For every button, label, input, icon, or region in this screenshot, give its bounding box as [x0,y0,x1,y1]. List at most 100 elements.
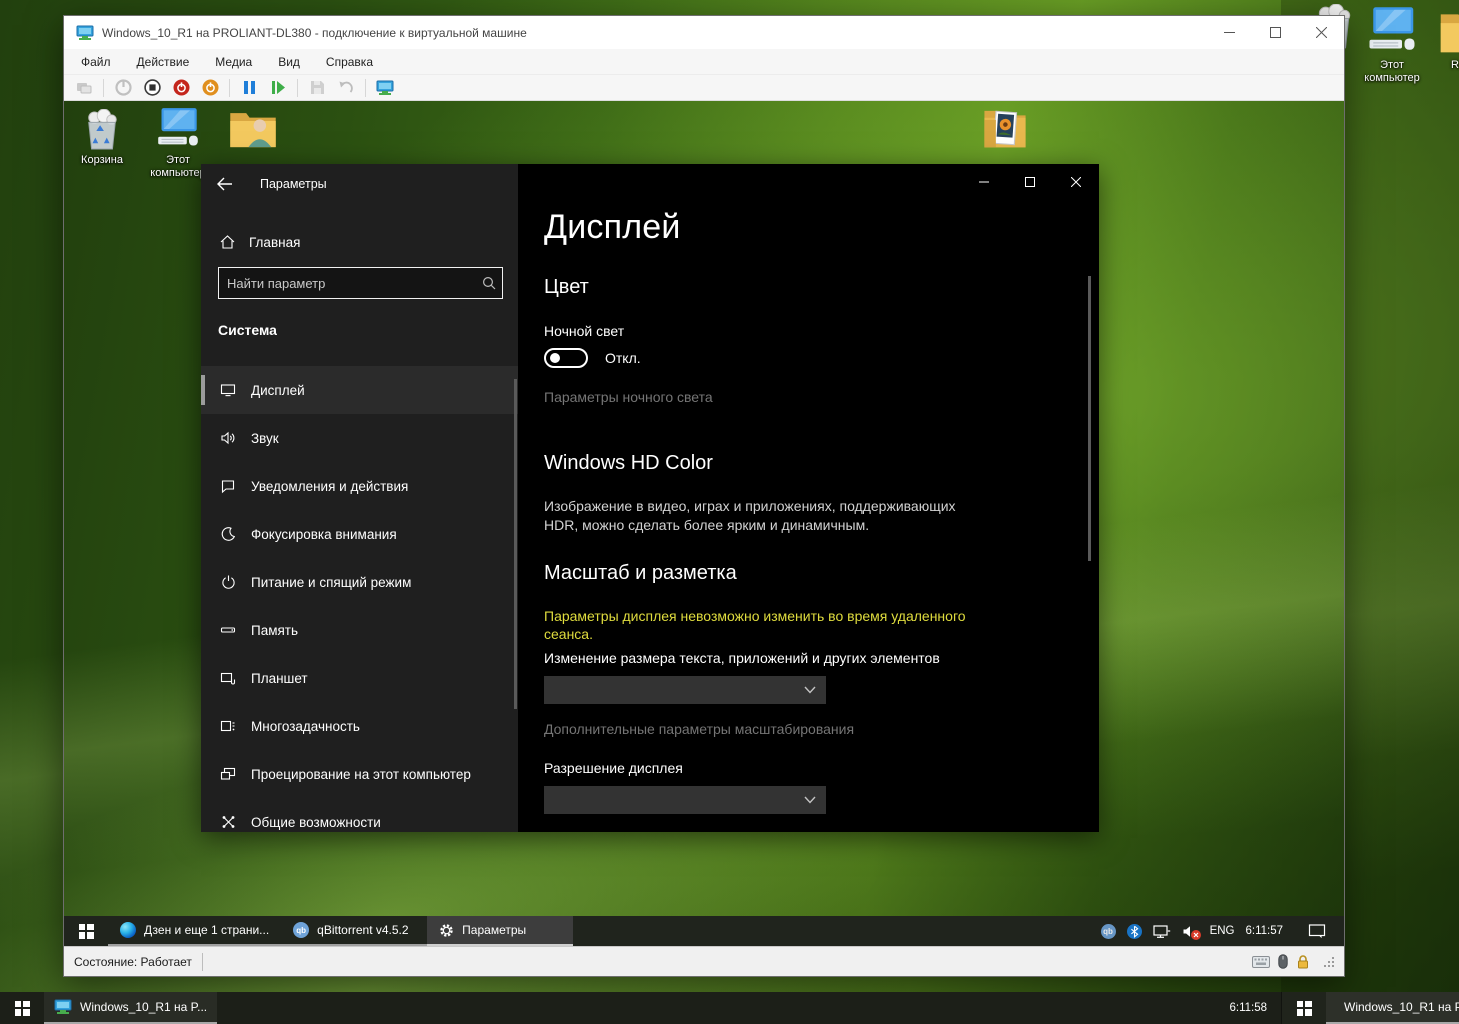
resolution-label: Разрешение дисплея [544,760,683,776]
bluetooth-icon[interactable] [1127,924,1142,939]
language-indicator[interactable]: ENG [1210,925,1235,937]
advanced-scaling-link: Дополнительные параметры масштабирования [544,721,854,737]
network-icon[interactable] [1153,924,1171,939]
task-label: qBittorrent v4.5.2 [317,923,408,937]
task-label: Windows_10_R1 на P... [80,1000,207,1014]
chevron-down-icon [804,686,816,694]
sidebar-item-home[interactable]: Главная [201,220,518,264]
close-icon[interactable] [1298,16,1344,49]
ctrl-alt-del-icon[interactable] [74,78,94,98]
shared-experiences-icon [219,814,237,830]
night-light-label: Ночной свет [544,323,624,339]
scale-dropdown[interactable] [544,676,826,704]
resolution-dropdown[interactable] [544,786,826,814]
search-input[interactable] [219,276,476,291]
host-clock[interactable]: 6:11:58 [1229,1002,1281,1014]
sidebar-item-power-sleep[interactable]: Питание и спящий режим [201,558,518,606]
sidebar-item-multitasking[interactable]: Многозадачность [201,702,518,750]
search-icon[interactable] [476,276,502,290]
resume-vm-icon[interactable] [268,78,288,98]
pause-vm-icon[interactable] [239,78,259,98]
host-folder-icon[interactable]: Ro [1437,6,1459,72]
start-vm-icon[interactable] [113,78,133,98]
night-light-toggle[interactable] [544,348,588,368]
maximize-icon[interactable] [1252,16,1298,49]
sidebar-section-label: Система [218,322,277,338]
sound-icon [219,430,237,446]
taskbar-task-edge[interactable]: Дзен и еще 1 страни... [108,916,281,946]
sidebar-item-storage[interactable]: Память [201,606,518,654]
pictures-folder-icon [972,105,1038,151]
vm-clock[interactable]: 6:11:57 [1245,925,1283,937]
folder-icon [1437,6,1459,56]
close-icon[interactable] [1053,164,1099,200]
sidebar-item-label: Проецирование на этот компьютер [251,767,471,782]
menu-file[interactable]: Файл [81,55,111,69]
vmconnect-titlebar[interactable]: Windows_10_R1 на PROLIANT-DL380 - подклю… [64,16,1344,49]
sidebar-item-notifications[interactable]: Уведомления и действия [201,462,518,510]
hdr-section-heading: Windows HD Color [544,452,713,475]
start-button[interactable] [64,916,108,946]
menu-help[interactable]: Справка [326,55,373,69]
sidebar-item-shared-experiences[interactable]: Общие возможности [201,798,518,846]
back-arrow-icon[interactable] [216,177,246,191]
taskbar-task-settings[interactable]: Параметры [427,916,573,946]
sidebar-item-label: Уведомления и действия [251,479,408,494]
mouse-capture-icon [1278,954,1288,969]
hdr-description: Изображение в видео, играх и приложениях… [544,497,959,535]
settings-window: Параметры Главная Система [201,164,1099,832]
vmconnect-statusbar: Состояние: Работает [64,946,1344,976]
turn-off-icon[interactable] [171,78,191,98]
sidebar-item-display[interactable]: Дисплей [201,366,518,414]
enhanced-session-icon[interactable] [375,78,395,98]
vm-recycle-bin[interactable]: Корзина [69,105,135,167]
task-label: Дзен и еще 1 страни... [144,923,269,937]
moon-icon [219,526,237,542]
host-start-button[interactable] [0,992,44,1024]
search-box[interactable] [218,267,503,299]
sidebar-item-focus-assist[interactable]: Фокусировка внимания [201,510,518,558]
menu-view[interactable]: Вид [278,55,300,69]
sidebar-item-tablet[interactable]: Планшет [201,654,518,702]
volume-muted-icon[interactable] [1182,924,1199,939]
vmconnect-icon [76,25,94,41]
home-label: Главная [249,235,300,250]
taskbar-task-qbittorrent[interactable]: qb qBittorrent v4.5.2 [281,916,427,946]
chevron-down-icon [804,796,816,804]
remote-session-warning: Параметры дисплея невозможно изменить во… [544,607,974,643]
vm-taskbar: Дзен и еще 1 страни... qb qBittorrent v4… [64,916,1344,946]
scale-section-heading: Масштаб и разметка [544,562,737,585]
host-task-vmconnect-2[interactable]: Windows_10_R1 на P. [1326,992,1459,1024]
lock-icon [1296,954,1310,969]
qbittorrent-tray-icon[interactable]: qb [1101,924,1116,939]
resize-grip[interactable] [1324,957,1334,967]
recycle-bin-icon [69,105,135,151]
home-icon [219,234,236,250]
minimize-icon[interactable] [961,164,1007,200]
host-start-button-2[interactable] [1282,992,1326,1024]
icon-label: Ro [1437,59,1459,72]
main-scrollbar[interactable] [1088,276,1091,561]
sidebar-scrollbar[interactable] [514,379,517,709]
minimize-icon[interactable] [1206,16,1252,49]
vm-user-folder[interactable] [220,105,286,154]
vm-pictures-folder[interactable] [972,105,1038,154]
action-center-icon[interactable] [1308,923,1326,939]
sidebar-item-label: Фокусировка внимания [251,527,397,542]
settings-titlebar[interactable]: Параметры [201,164,518,204]
menu-media[interactable]: Медиа [215,55,252,69]
notifications-icon [219,478,237,494]
save-vm-icon[interactable] [307,78,327,98]
sidebar-item-sound[interactable]: Звук [201,414,518,462]
windows-logo-icon [15,1001,30,1016]
computer-icon [145,105,211,151]
stop-vm-icon[interactable] [142,78,162,98]
host-task-vmconnect[interactable]: Windows_10_R1 на P... [44,992,217,1024]
shut-down-icon[interactable] [200,78,220,98]
sidebar-item-label: Планшет [251,671,308,686]
sidebar-item-projecting[interactable]: Проецирование на этот компьютер [201,750,518,798]
menu-action[interactable]: Действие [137,55,190,69]
page-title: Дисплей [544,208,681,247]
revert-checkpoint-icon[interactable] [336,78,356,98]
maximize-icon[interactable] [1007,164,1053,200]
